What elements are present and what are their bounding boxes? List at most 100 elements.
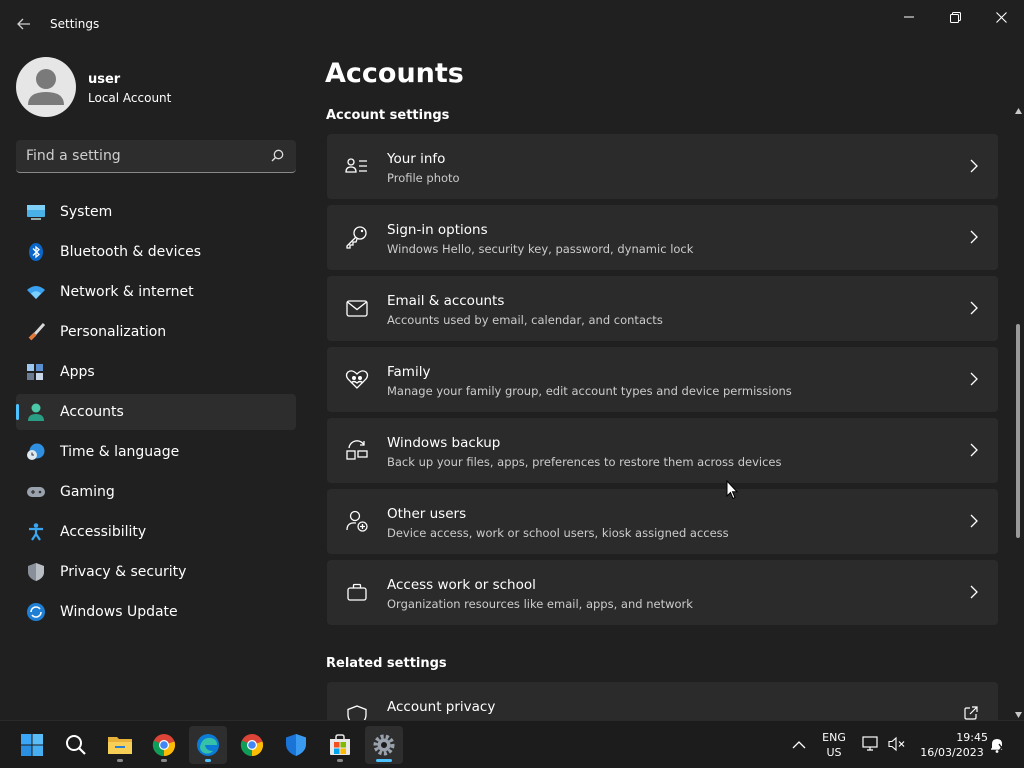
sidebar-item-bluetooth[interactable]: Bluetooth & devices: [16, 234, 296, 270]
sidebar-item-label: Network & internet: [60, 284, 194, 300]
search-icon[interactable]: [271, 149, 284, 162]
language-indicator[interactable]: ENG US: [817, 730, 851, 760]
notification-bell-icon[interactable]: [989, 736, 1007, 754]
card-subtitle: Windows Hello, security key, password, d…: [387, 242, 694, 256]
card-subtitle: Organization resources like email, apps,…: [387, 597, 693, 611]
sidebar-item-network[interactable]: Network & internet: [16, 274, 296, 310]
chevron-right-icon: [970, 372, 978, 386]
clock-time: 19:45: [956, 731, 988, 744]
taskbar-store[interactable]: [321, 726, 359, 764]
settings-icon: [373, 734, 395, 756]
running-indicator: [376, 759, 392, 762]
sidebar-item-accessibility[interactable]: Accessibility: [16, 514, 296, 550]
card-title: Your info: [387, 151, 446, 167]
sidebar-item-gaming[interactable]: Gaming: [16, 474, 296, 510]
card-email-accounts[interactable]: Email & accounts Accounts used by email,…: [327, 276, 998, 341]
wifi-icon: [27, 286, 45, 299]
taskbar-edge[interactable]: [189, 726, 227, 764]
profile-account-type: Local Account: [88, 91, 172, 105]
globe-clock-icon: [27, 443, 45, 460]
section-heading-account-settings: Account settings: [326, 108, 450, 123]
avatar[interactable]: [16, 57, 76, 117]
minimize-icon: [904, 16, 914, 18]
card-subtitle: Device access, work or school users, kio…: [387, 526, 729, 540]
card-title: Account privacy: [387, 699, 496, 715]
sidebar-item-label: Apps: [60, 364, 95, 380]
running-indicator: [205, 759, 211, 762]
shield-icon: [28, 563, 44, 581]
card-account-privacy[interactable]: Account privacy: [327, 682, 998, 720]
sidebar-item-accounts[interactable]: Accounts: [16, 394, 296, 430]
close-button[interactable]: [978, 4, 1024, 30]
section-heading-related-settings: Related settings: [326, 656, 447, 671]
taskbar-defender[interactable]: [277, 726, 315, 764]
card-sign-in-options[interactable]: Sign-in options Windows Hello, security …: [327, 205, 998, 270]
card-subtitle: Back up your files, apps, preferences to…: [387, 455, 782, 469]
sidebar-item-label: Personalization: [60, 324, 167, 340]
sidebar-item-label: Time & language: [60, 444, 180, 460]
chevron-right-icon: [970, 514, 978, 528]
chevron-right-icon: [970, 585, 978, 599]
close-icon: [995, 11, 1007, 23]
search-input[interactable]: [26, 140, 266, 172]
taskbar: ENG US 19:45 16/03/2023: [0, 720, 1024, 768]
sidebar-item-label: Windows Update: [60, 604, 178, 620]
sidebar-item-label: Accessibility: [60, 524, 147, 540]
chevron-up-icon[interactable]: [792, 740, 806, 749]
paintbrush-icon: [28, 323, 46, 341]
network-icon[interactable]: [862, 736, 880, 752]
mouse-cursor-icon: [726, 480, 738, 500]
window-title: Settings: [50, 17, 100, 31]
card-your-info[interactable]: Your info Profile photo: [327, 134, 998, 199]
page-title: Accounts: [325, 58, 464, 89]
sidebar-item-apps[interactable]: Apps: [16, 354, 296, 390]
minimize-button[interactable]: [886, 4, 932, 30]
keyboard-region: US: [826, 746, 842, 759]
volume-muted-icon[interactable]: [888, 736, 906, 752]
sidebar-item-label: Bluetooth & devices: [60, 244, 202, 260]
sidebar-item-label: System: [60, 204, 113, 220]
taskbar-file-explorer[interactable]: [101, 726, 139, 764]
search-box[interactable]: [16, 140, 296, 173]
card-title: Family: [387, 364, 431, 380]
refresh-icon: [27, 603, 45, 621]
sidebar-item-system[interactable]: System: [16, 194, 296, 230]
taskbar-chrome-2[interactable]: [233, 726, 271, 764]
card-access-work-school[interactable]: Access work or school Organization resou…: [327, 560, 998, 625]
scrollbar-thumb[interactable]: [1016, 324, 1020, 538]
main-scrollbar[interactable]: [1012, 108, 1024, 720]
card-title: Other users: [387, 506, 467, 522]
sidebar-item-time-language[interactable]: Time & language: [16, 434, 296, 470]
chrome-icon: [152, 734, 176, 757]
start-button[interactable]: [13, 726, 51, 764]
back-button[interactable]: [10, 12, 38, 36]
card-windows-backup[interactable]: Windows backup Back up your files, apps,…: [327, 418, 998, 483]
scroll-down-icon[interactable]: [1015, 712, 1022, 718]
profile-name: user: [88, 72, 121, 87]
taskbar-chrome[interactable]: [145, 726, 183, 764]
bluetooth-icon: [29, 243, 43, 261]
open-external-icon: [964, 706, 978, 720]
card-title: Sign-in options: [387, 222, 488, 238]
person-list-icon: [345, 158, 367, 173]
language-code: ENG: [822, 731, 846, 744]
restore-button[interactable]: [932, 4, 978, 30]
sidebar-item-personalization[interactable]: Personalization: [16, 314, 296, 350]
restore-icon: [949, 11, 961, 23]
card-other-users[interactable]: Other users Device access, work or schoo…: [327, 489, 998, 554]
taskbar-search-button[interactable]: [57, 726, 95, 764]
running-indicator: [161, 759, 167, 762]
card-title: Email & accounts: [387, 293, 505, 309]
arrow-left-icon: [17, 18, 30, 30]
card-family[interactable]: Family Manage your family group, edit ac…: [327, 347, 998, 412]
taskbar-settings[interactable]: [365, 726, 403, 764]
store-icon: [330, 734, 350, 755]
apps-icon: [27, 364, 43, 380]
card-subtitle: Profile photo: [387, 171, 460, 185]
monitor-icon: [27, 205, 45, 220]
sidebar-item-privacy-security[interactable]: Privacy & security: [16, 554, 296, 590]
chevron-right-icon: [970, 301, 978, 315]
clock[interactable]: 19:45 16/03/2023: [916, 730, 988, 760]
sidebar-item-windows-update[interactable]: Windows Update: [16, 594, 296, 630]
scroll-up-icon[interactable]: [1015, 108, 1022, 114]
